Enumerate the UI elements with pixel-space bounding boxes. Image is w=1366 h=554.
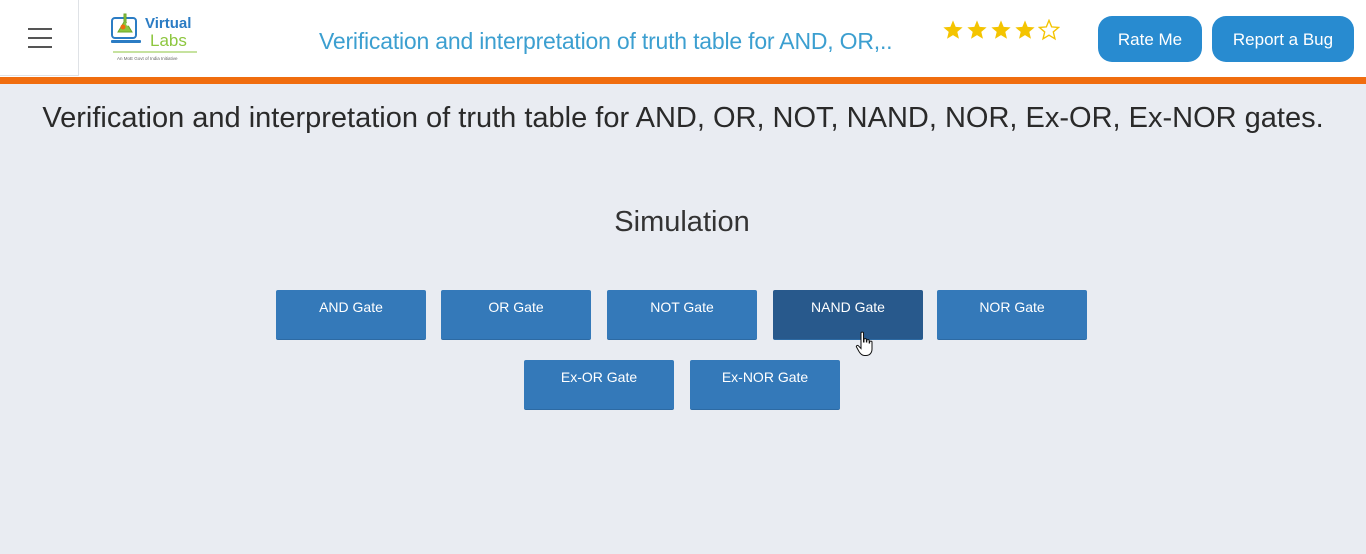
not-gate-button[interactable]: NOT Gate bbox=[607, 290, 757, 340]
top-navbar: Virtual Labs An MoE Govt of India Initia… bbox=[0, 0, 1366, 77]
rate-me-button[interactable]: Rate Me bbox=[1098, 16, 1202, 62]
star-empty-icon[interactable] bbox=[1038, 19, 1060, 41]
hamburger-menu-icon bbox=[28, 28, 52, 30]
simulation-heading: Simulation bbox=[614, 206, 750, 238]
ex-nor-gate-button[interactable]: Ex-NOR Gate bbox=[690, 360, 840, 410]
star-filled-icon[interactable] bbox=[990, 19, 1012, 41]
virtual-labs-logo[interactable]: Virtual Labs An MoE Govt of India Initia… bbox=[109, 12, 201, 64]
star-filled-icon[interactable] bbox=[1014, 19, 1036, 41]
star-rating[interactable] bbox=[942, 19, 1062, 47]
or-gate-button[interactable]: OR Gate bbox=[441, 290, 591, 340]
and-gate-button[interactable]: AND Gate bbox=[276, 290, 426, 340]
ex-or-gate-button[interactable]: Ex-OR Gate bbox=[524, 360, 674, 410]
menu-button[interactable] bbox=[0, 0, 79, 76]
hand-pointer-icon bbox=[855, 331, 873, 356]
accent-divider bbox=[0, 77, 1366, 84]
star-filled-icon[interactable] bbox=[966, 19, 988, 41]
logo-text-labs: Labs bbox=[150, 31, 187, 50]
nor-gate-button[interactable]: NOR Gate bbox=[937, 290, 1087, 340]
header-title: Verification and interpretation of truth… bbox=[319, 28, 893, 54]
logo-tagline: An MoE Govt of India Initiative bbox=[117, 56, 178, 61]
star-filled-icon[interactable] bbox=[942, 19, 964, 41]
page-heading: Verification and interpretation of truth… bbox=[42, 102, 1324, 134]
report-bug-button[interactable]: Report a Bug bbox=[1212, 16, 1354, 62]
logo-text-virtual: Virtual bbox=[145, 15, 191, 32]
nand-gate-button[interactable]: NAND Gate bbox=[773, 290, 923, 340]
